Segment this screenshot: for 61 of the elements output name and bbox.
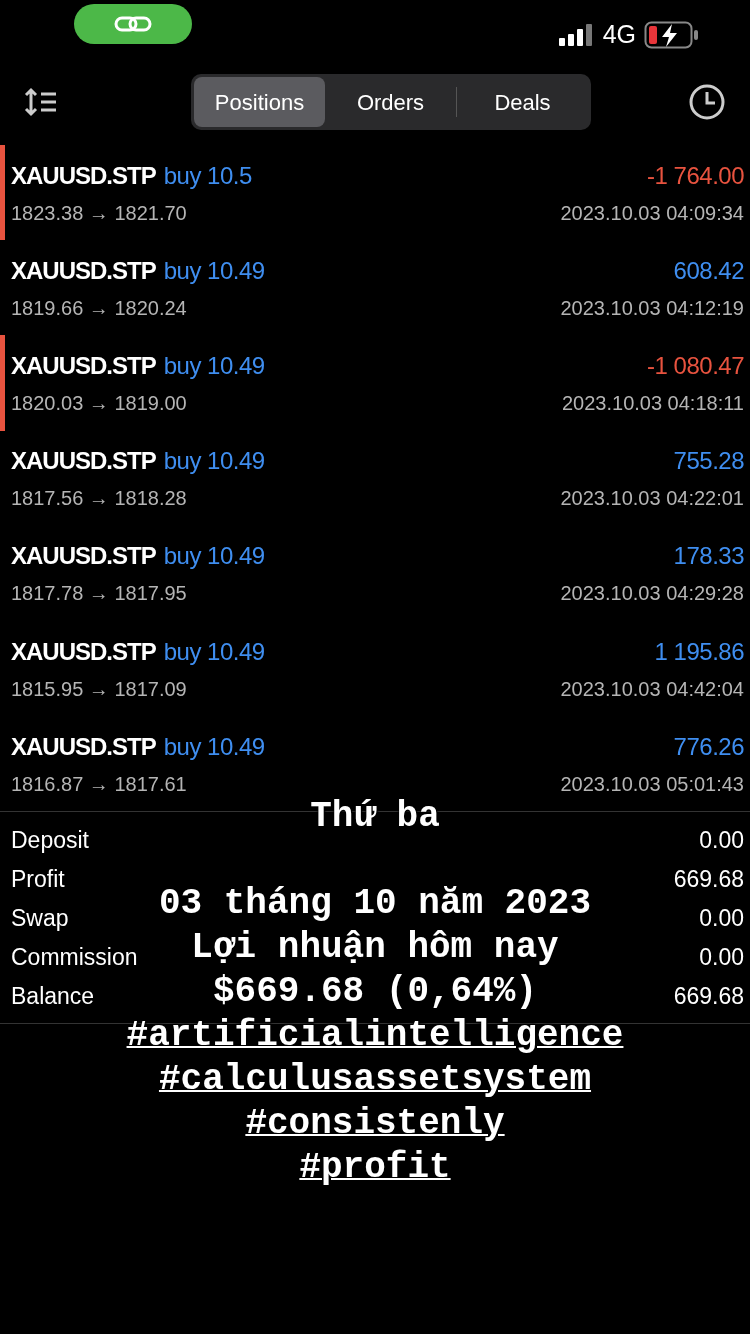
history-icon[interactable] — [688, 83, 726, 121]
profit-value: 755.28 — [673, 446, 744, 477]
tab[interactable]: Deals — [457, 77, 588, 127]
trade-side-text: buy 10.49 — [163, 541, 265, 572]
summary-value: 0.00 — [699, 903, 744, 933]
symbol-text: XAUUSD.STP — [11, 731, 156, 762]
trade-side-text: buy 10.49 — [163, 731, 265, 762]
summary-value: 669.68 — [673, 864, 744, 894]
price-text: 1816.87 → 1817.61 — [11, 771, 187, 797]
trade-side-text: buy 10.49 — [163, 636, 265, 667]
price-text: 1820.03 → 1819.00 — [11, 390, 187, 416]
time-text: 2023.10.03 04:22:01 — [560, 486, 744, 512]
symbol-text: XAUUSD.STP — [11, 636, 156, 667]
sort-icon[interactable] — [24, 87, 58, 117]
price-text: 1817.78 → 1817.95 — [11, 581, 187, 607]
tab[interactable]: Positions — [194, 77, 325, 127]
time-text: 2023.10.03 05:01:43 — [560, 771, 744, 797]
profit-value: 1 195.86 — [654, 636, 744, 667]
trade-side-text: buy 10.49 — [163, 350, 265, 381]
caption-text: Thứ ba — [310, 795, 440, 839]
trade-side-text: buy 10.5 — [163, 160, 252, 191]
symbol-text: XAUUSD.STP — [11, 160, 156, 191]
summary-label: Deposit — [11, 825, 89, 855]
trade-side-text: buy 10.49 — [163, 255, 265, 286]
battery-icon — [644, 20, 700, 49]
profit-value: -1 080.47 — [647, 350, 744, 381]
profit-value: 776.26 — [673, 731, 744, 762]
price-text: 1815.95 → 1817.09 — [11, 676, 187, 702]
symbol-text: XAUUSD.STP — [11, 350, 156, 381]
tab[interactable]: Orders — [325, 77, 456, 127]
time-text: 2023.10.03 04:12:19 — [560, 295, 744, 321]
price-text: 1823.38 → 1821.70 — [11, 200, 187, 226]
time-text: 2023.10.03 04:29:28 — [560, 581, 744, 607]
caption-text: 03 tháng 10 năm 2023 — [158, 882, 592, 926]
hashtag-text: #consistenly — [245, 1102, 505, 1146]
summary-value: 0.00 — [699, 825, 744, 855]
summary-label: Commission — [11, 942, 138, 972]
summary-label: Swap — [11, 903, 69, 933]
profit-value: 608.42 — [673, 255, 744, 286]
hashtag-text: #artificialintelligence — [126, 1014, 624, 1058]
symbol-text: XAUUSD.STP — [11, 446, 156, 477]
hashtag-text: #profit — [299, 1146, 451, 1190]
signal-icon — [558, 23, 595, 46]
profit-value: -1 764.00 — [647, 160, 744, 191]
price-text: 1817.56 → 1818.28 — [11, 486, 187, 512]
hashtag-text: #calculusassetsystem — [158, 1058, 592, 1102]
profit-value: 178.33 — [673, 541, 744, 572]
symbol-text: XAUUSD.STP — [11, 541, 156, 572]
time-text: 2023.10.03 04:42:04 — [560, 676, 744, 702]
summary-value: 0.00 — [699, 942, 744, 972]
caption-text: $669.68 (0,64%) — [212, 970, 538, 1014]
caption-text: Lợi nhuận hôm nay — [191, 926, 559, 970]
time-text: 2023.10.03 04:09:34 — [560, 200, 744, 226]
summary-value: 669.68 — [673, 981, 744, 1011]
network-label: 4G — [602, 19, 636, 50]
price-text: 1819.66 → 1820.24 — [11, 295, 187, 321]
symbol-text: XAUUSD.STP — [11, 255, 156, 286]
summary-label: Profit — [11, 864, 65, 894]
time-text: 2023.10.03 04:18:11 — [561, 390, 744, 416]
summary-label: Balance — [11, 981, 95, 1011]
trade-side-text: buy 10.49 — [163, 446, 265, 477]
